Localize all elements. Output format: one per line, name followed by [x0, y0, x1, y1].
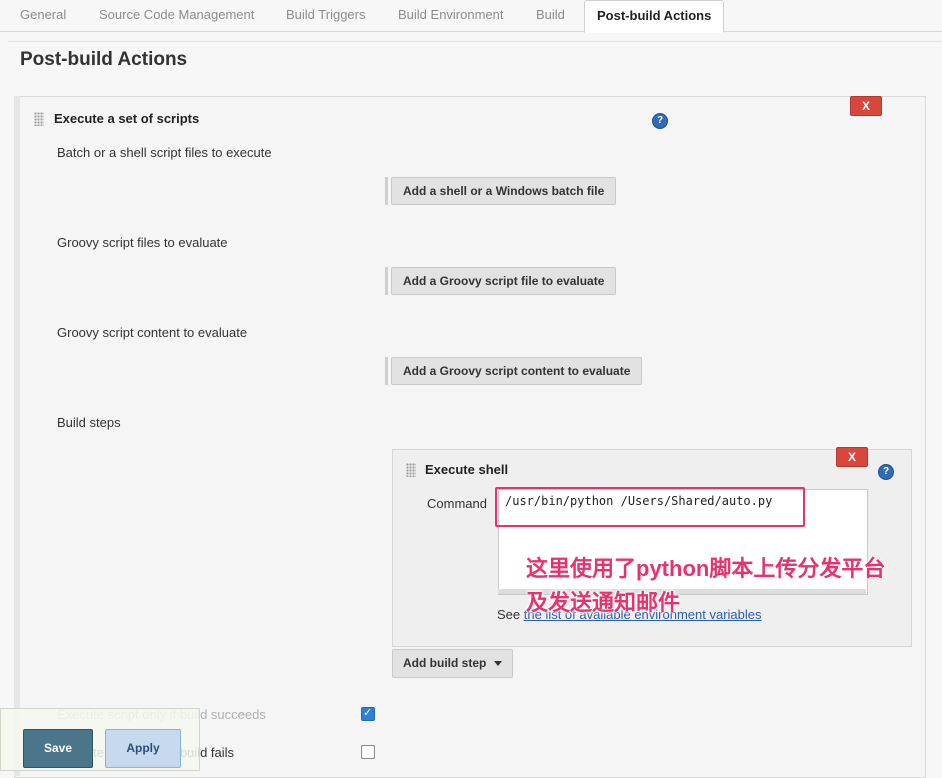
add-groovy-content-button[interactable]: Add a Groovy script content to evaluate — [391, 357, 643, 385]
command-label: Command — [427, 496, 487, 511]
apply-button[interactable]: Apply — [105, 729, 181, 768]
annotation-highlight-box — [495, 487, 805, 527]
groovy-files-label: Groovy script files to evaluate — [57, 235, 228, 250]
tab-build-environment[interactable]: Build Environment — [386, 0, 516, 31]
execute-shell-heading: Execute shell — [425, 462, 509, 477]
help-icon[interactable]: ? — [878, 464, 894, 480]
tab-post-build-actions[interactable]: Post-build Actions — [584, 0, 725, 33]
only-if-fails-checkbox[interactable] — [361, 745, 375, 759]
help-icon[interactable]: ? — [652, 113, 668, 129]
panel-edge — [14, 96, 20, 776]
annotation-line-2: 及发送通知邮件 — [526, 590, 681, 615]
add-build-step-button[interactable]: Add build step — [392, 649, 514, 678]
execute-scripts-heading: Execute a set of scripts — [54, 111, 200, 126]
delete-shell-button[interactable]: X — [836, 447, 868, 467]
tab-source-code-management[interactable]: Source Code Management — [87, 0, 266, 31]
batch-files-label: Batch or a shell script files to execute — [57, 145, 272, 160]
annotation-line-1: 这里使用了python脚本上传分发平台 — [526, 556, 886, 581]
page-title: Post-build Actions — [20, 49, 188, 70]
chevron-down-icon — [494, 661, 503, 667]
groovy-content-label: Groovy script content to evaluate — [57, 325, 248, 340]
divider — [8, 41, 942, 42]
save-button[interactable]: Save — [23, 729, 93, 768]
tab-bar: General Source Code Management Build Tri… — [0, 0, 942, 33]
build-steps-label: Build steps — [57, 415, 121, 430]
see-prefix: See — [497, 607, 524, 622]
button-edge — [385, 357, 388, 385]
add-groovy-file-button[interactable]: Add a Groovy script file to evaluate — [391, 267, 617, 295]
drag-handle-icon[interactable] — [34, 112, 44, 126]
tab-build-triggers[interactable]: Build Triggers — [274, 0, 377, 31]
add-shell-batch-button[interactable]: Add a shell or a Windows batch file — [391, 177, 617, 205]
drag-handle-icon[interactable] — [406, 463, 416, 477]
button-edge — [385, 177, 388, 205]
only-if-success-checkbox[interactable] — [361, 706, 375, 721]
tab-build[interactable]: Build — [524, 0, 577, 31]
add-build-step-label: Add build step — [403, 656, 487, 670]
button-edge — [385, 267, 388, 295]
tab-general[interactable]: General — [8, 0, 78, 31]
delete-step-button[interactable]: X — [850, 96, 882, 116]
